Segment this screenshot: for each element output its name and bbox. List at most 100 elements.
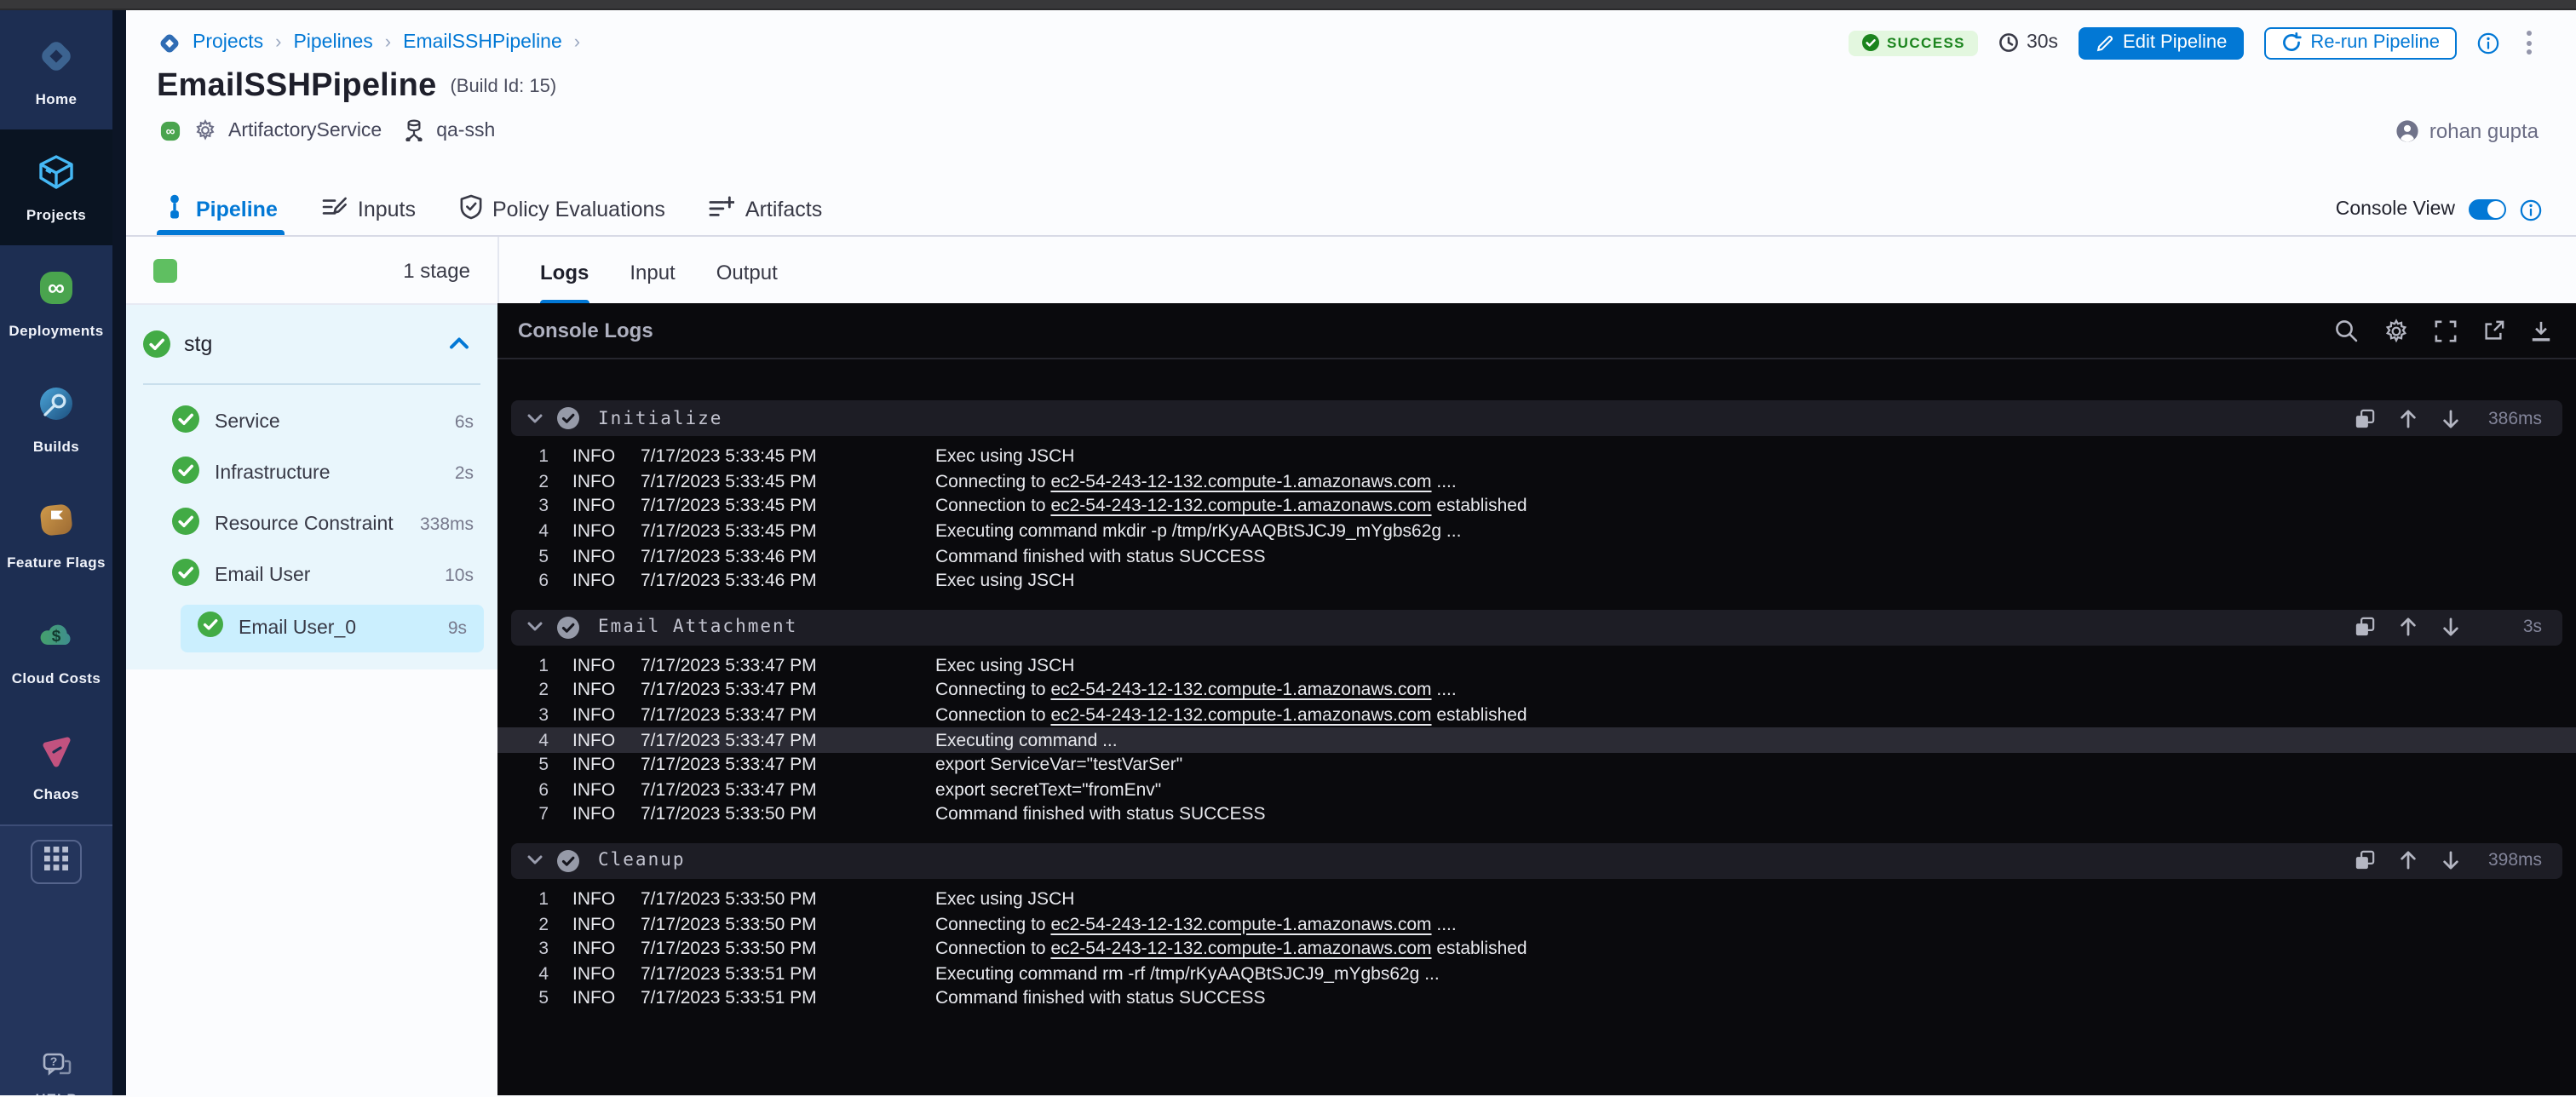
log-tab-output[interactable]: Output bbox=[716, 261, 778, 303]
copy-icon[interactable] bbox=[2355, 617, 2375, 637]
chevron-down-icon[interactable] bbox=[526, 620, 543, 634]
step-row-email-user_0[interactable]: Email User_09s bbox=[181, 605, 484, 652]
sidebar-item-chaos[interactable]: Chaos bbox=[0, 709, 112, 824]
log-message: Exec using JSCH bbox=[935, 889, 1074, 910]
scroll-up-icon[interactable] bbox=[2399, 408, 2418, 428]
copy-icon[interactable] bbox=[2355, 408, 2375, 428]
log-timestamp: 7/17/2023 5:33:47 PM bbox=[641, 730, 865, 750]
log-text: Connecting to bbox=[935, 681, 1050, 701]
stage-count: 1 stage bbox=[403, 258, 470, 282]
sidebar-item-home[interactable]: Home bbox=[0, 14, 112, 129]
search-icon[interactable] bbox=[2334, 319, 2358, 342]
log-timestamp: 7/17/2023 5:33:45 PM bbox=[641, 472, 865, 492]
step-success-icon bbox=[557, 407, 579, 429]
sidebar-item-label: Cloud Costs bbox=[12, 669, 101, 686]
log-link[interactable]: ec2-54-243-12-132.compute-1.amazonaws.co… bbox=[1050, 914, 1431, 934]
copy-icon[interactable] bbox=[2355, 850, 2375, 870]
help-label: HELP bbox=[35, 1090, 77, 1095]
scroll-up-icon[interactable] bbox=[2399, 617, 2418, 637]
sidebar-item-deployments[interactable]: ∞Deployments bbox=[0, 245, 112, 361]
deployments-icon: ∞ bbox=[36, 267, 77, 317]
log-line-number: 1 bbox=[497, 447, 549, 468]
settings-icon[interactable] bbox=[2383, 318, 2409, 343]
step-row-email-user[interactable]: Email User10s bbox=[126, 550, 497, 601]
log-tab-input[interactable]: Input bbox=[630, 261, 675, 303]
step-name: Resource Constraint bbox=[215, 514, 394, 535]
log-line: 4INFO7/17/2023 5:33:45 PMExecuting comma… bbox=[497, 520, 2576, 544]
console-view-toggle[interactable] bbox=[2469, 199, 2506, 220]
step-row-resource-constraint[interactable]: Resource Constraint338ms bbox=[126, 499, 497, 550]
log-text: Exec using JSCH bbox=[935, 571, 1074, 592]
console-view-info-icon[interactable] bbox=[2520, 198, 2542, 221]
sidebar-item-label: Home bbox=[36, 90, 78, 107]
scroll-down-icon[interactable] bbox=[2441, 850, 2460, 870]
log-section-header[interactable]: Email Attachment3s bbox=[511, 609, 2562, 645]
scroll-down-icon[interactable] bbox=[2441, 408, 2460, 428]
sidebar-item-builds[interactable]: Builds bbox=[0, 361, 112, 477]
step-name: Service bbox=[215, 412, 280, 433]
log-section-header[interactable]: Cleanup398ms bbox=[511, 842, 2562, 878]
help-button[interactable]: ? HELP bbox=[0, 1053, 112, 1095]
chevron-down-icon[interactable] bbox=[526, 411, 543, 425]
log-link[interactable]: ec2-54-243-12-132.compute-1.amazonaws.co… bbox=[1050, 681, 1431, 701]
step-row-service[interactable]: Service6s bbox=[126, 397, 497, 448]
log-level: INFO bbox=[572, 472, 618, 492]
sidebar-item-projects[interactable]: Projects bbox=[0, 129, 112, 245]
log-level: INFO bbox=[572, 989, 618, 1009]
service-name[interactable]: ArtifactoryService bbox=[228, 120, 382, 141]
log-text: Connection to bbox=[935, 939, 1050, 959]
rerun-pipeline-button[interactable]: Re-run Pipeline bbox=[2264, 26, 2457, 59]
stage-row-stg[interactable]: stg bbox=[126, 305, 497, 383]
log-link[interactable]: ec2-54-243-12-132.compute-1.amazonaws.co… bbox=[1050, 939, 1431, 959]
scroll-down-icon[interactable] bbox=[2441, 617, 2460, 637]
inputs-tab-icon bbox=[322, 196, 348, 223]
log-line: 3INFO7/17/2023 5:33:50 PMConnection to e… bbox=[497, 937, 2576, 962]
step-row-infrastructure[interactable]: Infrastructure2s bbox=[126, 448, 497, 499]
tab-policy-evaluations[interactable]: Policy Evaluations bbox=[460, 184, 665, 235]
log-level: INFO bbox=[572, 914, 618, 934]
log-message: Executing command rm -rf /tmp/rKyAAQBtSJ… bbox=[935, 964, 1440, 985]
log-link[interactable]: ec2-54-243-12-132.compute-1.amazonaws.co… bbox=[1050, 497, 1431, 517]
sidebar-item-feature-flags[interactable]: Feature Flags bbox=[0, 477, 112, 593]
log-level: INFO bbox=[572, 780, 618, 801]
log-section-header[interactable]: Initialize386ms bbox=[511, 400, 2562, 436]
log-text: Command finished with status SUCCESS bbox=[935, 805, 1266, 825]
tab-inputs[interactable]: Inputs bbox=[322, 184, 416, 235]
open-in-new-icon[interactable] bbox=[2482, 319, 2504, 342]
scroll-up-icon[interactable] bbox=[2399, 850, 2418, 870]
breadcrumb-separator: › bbox=[385, 32, 391, 53]
breadcrumb-link[interactable]: Projects bbox=[193, 32, 263, 53]
log-level: INFO bbox=[572, 521, 618, 542]
log-line: 2INFO7/17/2023 5:33:50 PMConnecting to e… bbox=[497, 912, 2576, 937]
infrastructure-name[interactable]: qa-ssh bbox=[436, 120, 495, 141]
chevron-up-icon[interactable] bbox=[448, 329, 470, 359]
log-line-number: 6 bbox=[497, 571, 549, 592]
sidebar-item-cloud-costs[interactable]: $Cloud Costs bbox=[0, 593, 112, 709]
log-text: Connecting to bbox=[935, 472, 1050, 492]
breadcrumb-link[interactable]: Pipelines bbox=[293, 32, 372, 53]
log-message: Connecting to ec2-54-243-12-132.compute-… bbox=[935, 681, 1457, 701]
sidebar-item-label: Chaos bbox=[33, 785, 79, 802]
log-tab-logs[interactable]: Logs bbox=[540, 261, 589, 303]
module-grid-button[interactable] bbox=[31, 840, 82, 884]
pipeline-info-icon[interactable] bbox=[2477, 32, 2499, 54]
tab-pipeline[interactable]: Pipeline bbox=[164, 184, 278, 235]
more-options-menu[interactable] bbox=[2520, 27, 2539, 58]
stage-card: stg Service6sInfrastructure2sResource Co… bbox=[126, 305, 497, 669]
fullscreen-icon[interactable] bbox=[2435, 319, 2457, 342]
chevron-down-icon[interactable] bbox=[526, 853, 543, 867]
pipeline-tab-icon bbox=[164, 194, 186, 225]
breadcrumb-link[interactable]: EmailSSHPipeline bbox=[403, 32, 562, 53]
tab-label: Pipeline bbox=[196, 198, 278, 221]
user-avatar-icon bbox=[2395, 118, 2419, 142]
tab-artifacts[interactable]: Artifacts bbox=[710, 184, 822, 235]
edit-pipeline-button[interactable]: Edit Pipeline bbox=[2079, 26, 2244, 59]
step-success-icon bbox=[172, 558, 199, 594]
log-link[interactable]: ec2-54-243-12-132.compute-1.amazonaws.co… bbox=[1050, 472, 1431, 492]
user-name[interactable]: rohan gupta bbox=[2429, 118, 2539, 142]
help-chat-icon: ? bbox=[42, 1053, 71, 1087]
stage-success-icon bbox=[143, 330, 170, 358]
log-link[interactable]: ec2-54-243-12-132.compute-1.amazonaws.co… bbox=[1050, 705, 1431, 726]
log-line: 6INFO7/17/2023 5:33:47 PMexport secretTe… bbox=[497, 778, 2576, 802]
download-icon[interactable] bbox=[2530, 319, 2552, 342]
